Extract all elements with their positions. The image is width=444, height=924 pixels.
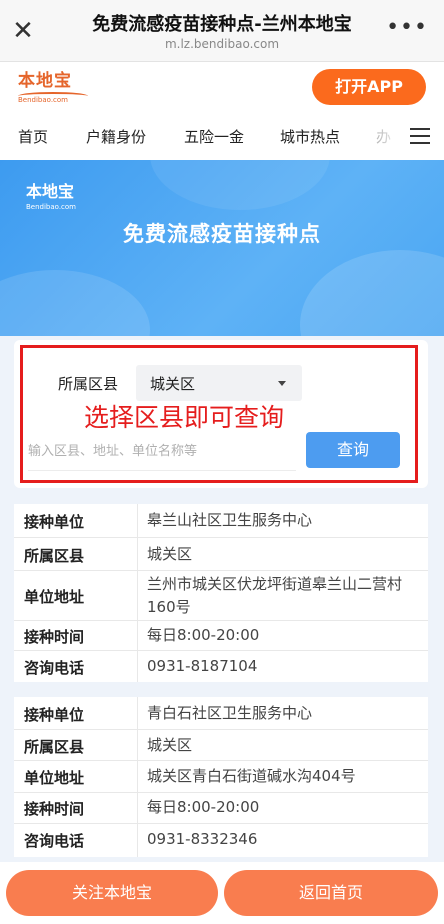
table-row: 咨询电话 0931-8187104 xyxy=(14,651,428,682)
category-nav: 首页 户籍身份 五险一金 城市热点 办 xyxy=(0,114,444,160)
search-input[interactable] xyxy=(28,436,296,466)
row-value: 青白石社区卫生服务中心 xyxy=(147,704,313,722)
banner-logo-text: 本地宝 xyxy=(26,182,75,201)
more-options-icon[interactable]: ••• xyxy=(386,17,428,39)
row-value: 城关区青白石街道碱水沟404号 xyxy=(147,767,356,785)
row-key: 接种时间 xyxy=(24,628,85,646)
open-app-button[interactable]: 打开APP xyxy=(312,69,426,105)
row-key: 单位地址 xyxy=(24,769,85,787)
back-home-button[interactable]: 返回首页 xyxy=(224,870,438,916)
bendibao-logo[interactable]: 本地宝 Bendibao.com xyxy=(18,70,88,106)
row-key: 接种单位 xyxy=(24,513,85,531)
row-key: 咨询电话 xyxy=(24,832,85,850)
search-input-underline xyxy=(28,470,296,471)
result-card: 接种单位 皋兰山社区卫生服务中心 所属区县 城关区 单位地址 兰州市城关区伏龙坪… xyxy=(14,504,428,682)
table-row: 接种单位 皋兰山社区卫生服务中心 xyxy=(14,504,428,538)
brand-bar: 本地宝 Bendibao.com 打开APP xyxy=(0,62,444,114)
row-value: 城关区 xyxy=(147,545,193,563)
table-row: 单位地址 兰州市城关区伏龙坪街道皋兰山二营村160号 xyxy=(14,571,428,621)
district-label: 所属区县 xyxy=(58,375,119,393)
row-key: 接种单位 xyxy=(24,706,85,724)
table-row: 所属区县 城关区 xyxy=(14,538,428,571)
row-key: 接种时间 xyxy=(24,800,85,818)
table-row: 所属区县 城关区 xyxy=(14,730,428,761)
hero-banner: 本地宝 Bendibao.com 免费流感疫苗接种点 xyxy=(0,160,444,336)
nav-item-insurance[interactable]: 五险一金 xyxy=(184,126,244,147)
nav-item-home[interactable]: 首页 xyxy=(18,126,48,147)
table-row: 接种时间 每日8:00-20:00 xyxy=(14,793,428,824)
nav-item-hukou[interactable]: 户籍身份 xyxy=(86,126,146,147)
row-key: 咨询电话 xyxy=(24,659,85,677)
phone-link[interactable]: 0931-8187104 xyxy=(147,655,414,678)
table-row: 咨询电话 0931-8332346 xyxy=(14,824,428,857)
banner-logo-subtext: Bendibao.com xyxy=(26,203,77,211)
row-key: 单位地址 xyxy=(24,588,85,606)
nav-item-hot[interactable]: 城市热点 xyxy=(280,126,340,147)
row-key: 所属区县 xyxy=(24,738,85,756)
menu-icon[interactable] xyxy=(410,128,430,144)
row-value: 兰州市城关区伏龙坪街道皋兰山二营村160号 xyxy=(147,575,403,616)
page-title: 免费流感疫苗接种点-兰州本地宝 xyxy=(92,14,352,35)
banner-logo: 本地宝 Bendibao.com xyxy=(26,182,76,212)
logo-subtext: Bendibao.com xyxy=(18,92,88,105)
close-icon[interactable]: ✕ xyxy=(10,18,36,44)
logo-text: 本地宝 xyxy=(18,71,72,91)
district-select-value: 城关区 xyxy=(150,375,196,393)
query-button[interactable]: 查询 xyxy=(306,432,400,468)
browser-top-bar: ✕ 免费流感疫苗接种点-兰州本地宝 m.lz.bendibao.com ••• xyxy=(0,0,444,62)
district-select[interactable]: 城关区 xyxy=(136,365,302,401)
table-row: 接种单位 青白石社区卫生服务中心 xyxy=(14,697,428,730)
annotation-text: 选择区县即可查询 xyxy=(84,403,285,432)
result-card: 接种单位 青白石社区卫生服务中心 所属区县 城关区 单位地址 城关区青白石街道碱… xyxy=(14,697,428,857)
banner-title: 免费流感疫苗接种点 xyxy=(123,222,321,246)
row-value: 皋兰山社区卫生服务中心 xyxy=(147,511,313,529)
page-url: m.lz.bendibao.com xyxy=(164,37,280,51)
dropdown-caret-icon xyxy=(278,381,286,386)
phone-link[interactable]: 0931-8332346 xyxy=(147,828,414,851)
nav-fade xyxy=(364,114,404,160)
row-value: 每日8:00-20:00 xyxy=(147,626,260,644)
row-value: 每日8:00-20:00 xyxy=(147,798,260,816)
row-key: 所属区县 xyxy=(24,547,85,565)
table-row: 接种时间 每日8:00-20:00 xyxy=(14,621,428,651)
table-row: 单位地址 城关区青白石街道碱水沟404号 xyxy=(14,761,428,793)
row-value: 城关区 xyxy=(147,736,193,754)
follow-button[interactable]: 关注本地宝 xyxy=(6,870,218,916)
